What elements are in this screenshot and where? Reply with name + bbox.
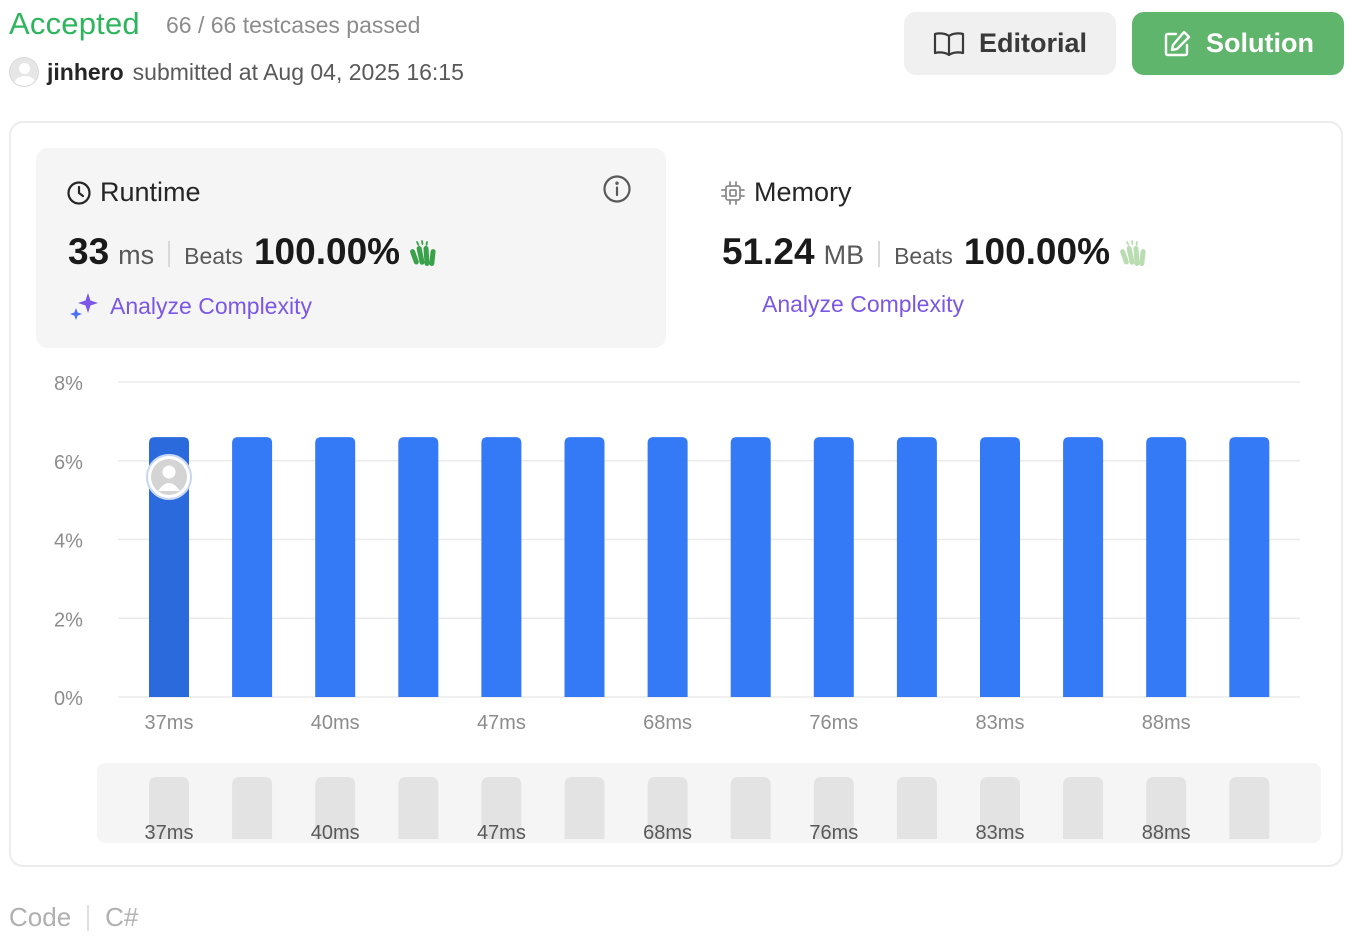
- chart-bar: [1063, 437, 1104, 697]
- solution-label: Solution: [1206, 28, 1314, 58]
- editorial-button[interactable]: Editorial: [904, 12, 1116, 75]
- x-tick-label: 40ms: [311, 712, 360, 734]
- overview-bar: [564, 777, 605, 839]
- chart-bar: [980, 437, 1020, 697]
- overview-x-tick-label: 40ms: [311, 822, 360, 844]
- y-tick-label: 4%: [54, 531, 83, 553]
- solution-button[interactable]: Solution: [1132, 12, 1344, 75]
- chart-bar: [813, 437, 854, 697]
- language-label[interactable]: C#: [105, 902, 138, 933]
- y-tick-label: 0%: [54, 688, 83, 710]
- overview-bar: [896, 777, 937, 839]
- code-label[interactable]: Code: [9, 902, 71, 933]
- overview-x-tick-label: 37ms: [145, 822, 194, 844]
- overview-bar: [1229, 777, 1270, 839]
- x-tick-label: 68ms: [643, 712, 692, 734]
- testcases-passed: 66 / 66 testcases passed: [166, 12, 421, 38]
- x-tick-label: 83ms: [976, 712, 1025, 734]
- overview-x-tick-label: 76ms: [809, 822, 858, 844]
- x-tick-label: 76ms: [809, 712, 858, 734]
- chart-bar: [730, 437, 771, 697]
- x-tick-label: 88ms: [1142, 712, 1191, 734]
- overview-bar: [730, 777, 771, 839]
- code-language-bar: Code C#: [9, 902, 138, 933]
- avatar-head: [162, 465, 176, 479]
- y-tick-label: 8%: [54, 373, 83, 395]
- chart-bar: [481, 437, 522, 697]
- chart-bar: [564, 437, 605, 697]
- runtime-distribution-chart[interactable]: 8% 6% 4% 2% 0% 37ms 37ms 40ms 40ms 47ms 47ms 68ms 68…: [11, 123, 1345, 869]
- overview-x-tick-label: 83ms: [976, 822, 1025, 844]
- divider: [87, 904, 90, 931]
- chart-bar: [398, 437, 439, 697]
- chart-bar: [647, 437, 688, 697]
- y-tick-label: 2%: [54, 609, 83, 631]
- result-card: Runtime 33 ms Beats 100.00% Analyze Comp…: [9, 121, 1343, 867]
- submitter-info: jinhero submitted at Aug 04, 2025 16:15: [9, 57, 464, 87]
- chart-bar: [232, 437, 273, 697]
- x-tick-label: 47ms: [477, 712, 526, 734]
- x-tick-label: 37ms: [145, 712, 194, 734]
- overview-bar: [232, 777, 273, 839]
- edit-icon: [1164, 30, 1191, 56]
- chart-bar: [1146, 437, 1187, 697]
- overview-bar: [1063, 777, 1104, 839]
- overview-bar: [398, 777, 439, 839]
- overview-x-tick-label: 88ms: [1142, 822, 1191, 844]
- username-link[interactable]: jinhero: [47, 59, 124, 86]
- chart-bar: [315, 437, 356, 697]
- submitted-time: submitted at Aug 04, 2025 16:15: [132, 58, 464, 85]
- submission-status: Accepted: [9, 6, 140, 41]
- chart-bar: [1229, 437, 1270, 697]
- editorial-label: Editorial: [978, 28, 1087, 58]
- y-tick-label: 6%: [54, 452, 83, 474]
- chart-bar: [896, 437, 937, 697]
- overview-x-tick-label: 47ms: [477, 822, 526, 844]
- book-open-icon: [933, 31, 965, 56]
- avatar[interactable]: [9, 57, 39, 87]
- overview-x-tick-label: 68ms: [643, 822, 692, 844]
